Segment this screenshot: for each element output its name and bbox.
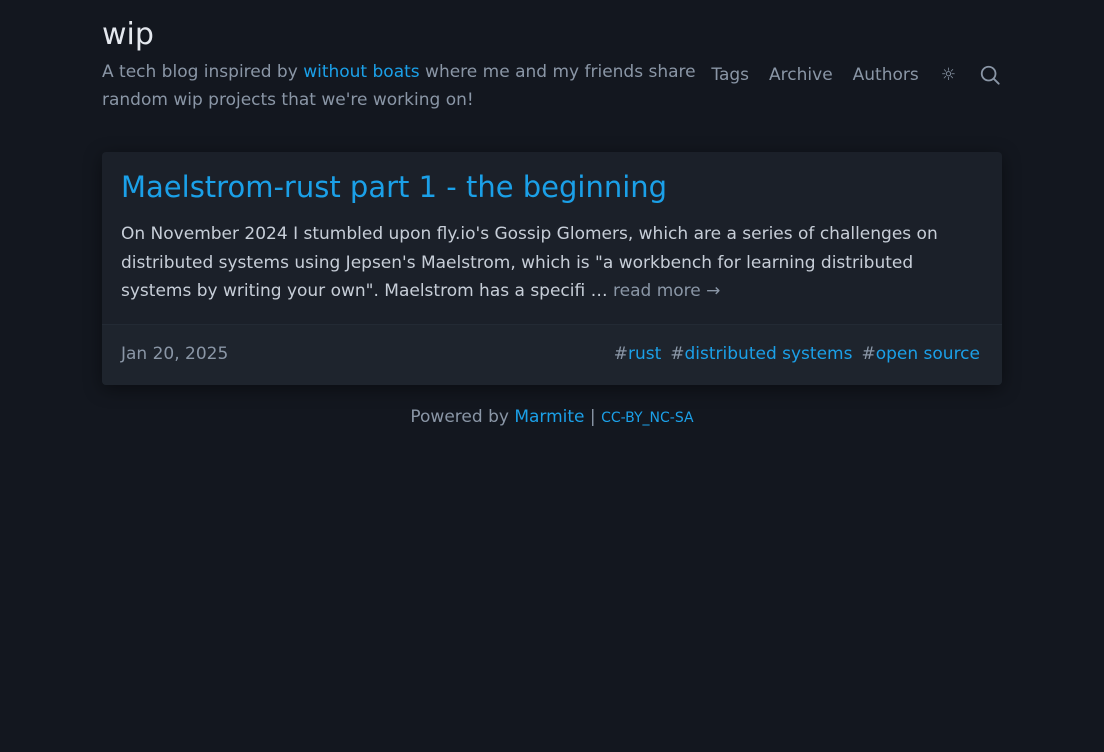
tag-label: open source: [875, 344, 980, 364]
tag-hash: #: [613, 344, 628, 364]
tag-hash: #: [670, 344, 685, 364]
post-date: Jan 20, 2025: [121, 344, 229, 364]
powered-by-text: Powered by: [410, 407, 515, 427]
tag-label: rust: [627, 344, 662, 364]
search-icon[interactable]: [978, 63, 1002, 87]
tag-label: distributed systems: [684, 344, 853, 364]
post-excerpt: On November 2024 I stumbled upon fly.io'…: [121, 220, 981, 306]
nav-link-tags[interactable]: Tags: [711, 60, 749, 90]
page: wip A tech blog inspired by without boat…: [0, 0, 1104, 752]
tag-hash: #: [861, 344, 876, 364]
tagline-prefix: A tech blog inspired by: [102, 62, 304, 82]
read-more-link[interactable]: read more →: [613, 281, 720, 301]
post-card-body: Maelstrom-rust part 1 - the beginning On…: [121, 164, 983, 306]
tag-distributed-systems[interactable]: #distributed systems: [670, 340, 852, 368]
post-tags: #rust #distributed systems #open source: [605, 340, 980, 368]
footer-separator: |: [584, 407, 602, 427]
theme-toggle-icon[interactable]: ☼: [941, 60, 956, 90]
nav-link-authors[interactable]: Authors: [853, 60, 919, 90]
site-tagline: A tech blog inspired by without boats wh…: [102, 58, 702, 114]
post-card: Maelstrom-rust part 1 - the beginning On…: [102, 152, 1002, 385]
post-card-footer: Jan 20, 2025 #rust #distributed systems …: [102, 324, 1002, 385]
marmite-link[interactable]: Marmite: [514, 407, 584, 427]
nav-link-archive[interactable]: Archive: [769, 60, 833, 90]
main-nav: Tags Archive Authors ☼: [711, 60, 1002, 90]
post-title[interactable]: Maelstrom-rust part 1 - the beginning: [121, 164, 983, 210]
post-excerpt-text: On November 2024 I stumbled upon fly.io'…: [121, 224, 938, 301]
tag-open-source[interactable]: #open source: [861, 340, 980, 368]
site-header: wip A tech blog inspired by without boat…: [102, 14, 1002, 124]
license-link[interactable]: CC-BY_NC-SA: [601, 410, 694, 426]
site-footer: Powered by Marmite | CC-BY_NC-SA: [0, 404, 1104, 431]
tag-rust[interactable]: #rust: [614, 340, 662, 368]
tagline-link[interactable]: without boats: [303, 62, 419, 82]
site-title[interactable]: wip: [102, 14, 154, 56]
